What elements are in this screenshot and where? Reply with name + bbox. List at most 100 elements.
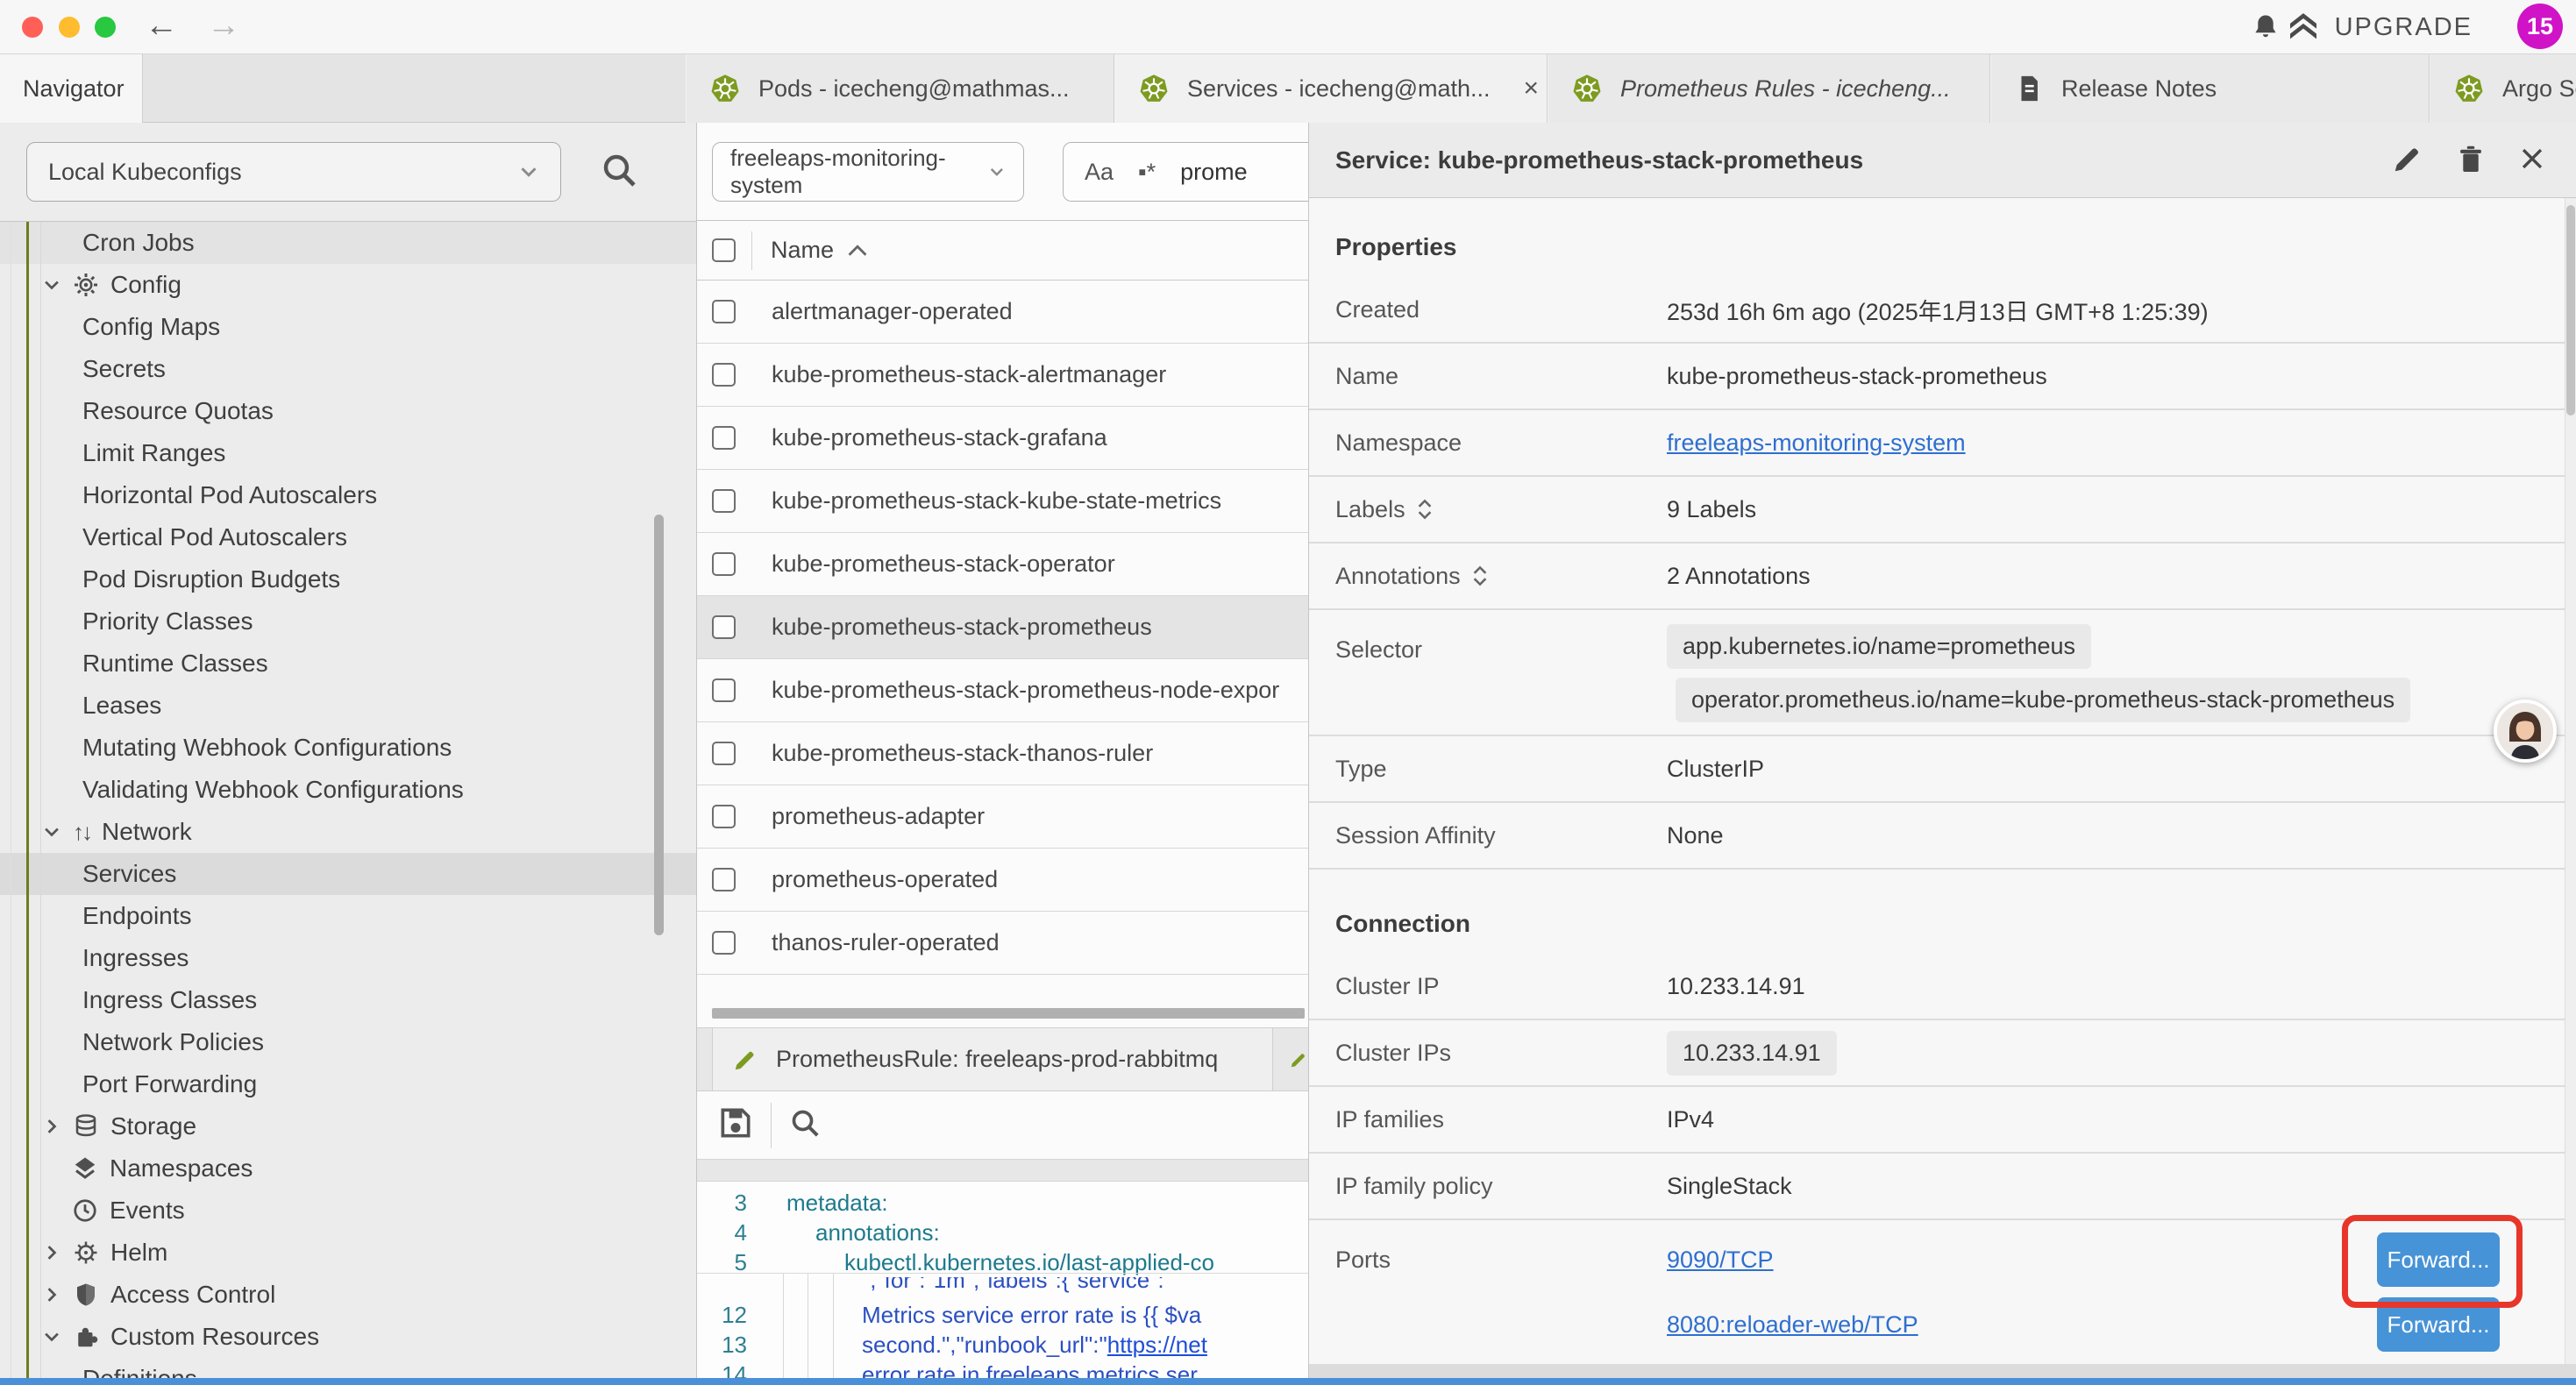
editor-search-icon[interactable] — [787, 1105, 822, 1145]
sidebar-item-custom-resources[interactable]: Custom Resources — [0, 1316, 697, 1358]
table-row[interactable]: kube-prometheus-stack-operator — [697, 533, 1308, 596]
row-checkbox[interactable] — [712, 489, 736, 513]
editor-scroll-track[interactable] — [697, 1159, 1308, 1182]
table-row[interactable]: kube-prometheus-stack-prometheus-node-ex… — [697, 659, 1308, 722]
sidebar-item-services[interactable]: Services — [0, 853, 697, 895]
row-checkbox[interactable] — [712, 868, 736, 891]
tab-services[interactable]: Services - icecheng@math... × — [1114, 54, 1548, 123]
upgrade-button[interactable]: UPGRADE — [2286, 0, 2473, 54]
yaml-editor[interactable]: 3metadata: 4annotations: 5kubectl.kubern… — [697, 1182, 1308, 1378]
maximize-window-light[interactable] — [95, 17, 116, 38]
sidebar-item-secrets[interactable]: Secrets — [0, 348, 697, 390]
sidebar-item-limit-ranges[interactable]: Limit Ranges — [0, 432, 697, 474]
sidebar-item-config-maps[interactable]: Config Maps — [0, 306, 697, 348]
expand-collapse-icon[interactable] — [1473, 565, 1487, 587]
table-row[interactable]: kube-prometheus-stack-alertmanager — [697, 344, 1308, 407]
back-arrow-icon[interactable]: ← — [145, 7, 178, 45]
table-row[interactable]: kube-prometheus-stack-kube-state-metrics — [697, 470, 1308, 533]
close-window-light[interactable] — [22, 17, 43, 38]
tab-prometheusrule-editor[interactable]: PrometheusRule: freeleaps-prod-rabbitmq — [712, 1028, 1273, 1090]
close-tab-icon[interactable]: × — [1524, 74, 1540, 103]
tab-release-notes[interactable]: Release Notes — [1990, 54, 2430, 123]
sidebar-item-endpoints[interactable]: Endpoints — [0, 895, 697, 937]
row-checkbox[interactable] — [712, 805, 736, 828]
sidebar-item-pod-disruption-budgets[interactable]: Pod Disruption Budgets — [0, 558, 697, 600]
table-row[interactable]: kube-prometheus-stack-thanos-ruler — [697, 722, 1308, 785]
table-row[interactable]: kube-prometheus-stack-grafana — [697, 407, 1308, 470]
table-row-selected[interactable]: kube-prometheus-stack-prometheus — [697, 596, 1308, 659]
tab-navigator[interactable]: Navigator — [0, 54, 143, 123]
row-checkbox[interactable] — [712, 615, 736, 639]
sidebar-item-horizontal-pod-autoscalers[interactable]: Horizontal Pod Autoscalers — [0, 474, 697, 516]
sort-ascending-icon — [848, 244, 867, 258]
puzzle-icon — [73, 1324, 99, 1350]
expand-collapse-icon[interactable] — [1418, 498, 1432, 521]
runbook-url-link[interactable]: https://net — [1107, 1332, 1207, 1359]
regex-icon[interactable]: ▪* — [1138, 159, 1156, 186]
detail-horizontal-scroll-track[interactable] — [1309, 1364, 2576, 1378]
sidebar-item-port-forwarding[interactable]: Port Forwarding — [0, 1063, 697, 1105]
search-icon[interactable] — [598, 149, 640, 195]
sidebar-item-namespaces[interactable]: Namespaces — [0, 1147, 697, 1190]
table-row[interactable]: thanos-ruler-operated — [697, 912, 1308, 975]
save-icon[interactable] — [716, 1104, 755, 1147]
kubeconfig-select[interactable]: Local Kubeconfigs — [26, 142, 561, 202]
sidebar-item-access-control[interactable]: Access Control — [0, 1274, 697, 1316]
row-checkbox[interactable] — [712, 426, 736, 450]
match-case-icon[interactable]: Aa — [1085, 159, 1114, 186]
sidebar-item-config[interactable]: Config — [0, 264, 697, 306]
column-header-name[interactable]: Name — [771, 237, 867, 264]
sidebar-item-ingresses[interactable]: Ingresses — [0, 937, 697, 979]
sidebar-item-priority-classes[interactable]: Priority Classes — [0, 600, 697, 643]
up-down-arrows-icon: ↑↓ — [73, 819, 90, 846]
sidebar-item-validating-webhook-configurations[interactable]: Validating Webhook Configurations — [0, 769, 697, 811]
forward-arrow-icon[interactable]: → — [207, 7, 240, 45]
port-link-9090[interactable]: 9090/TCP — [1667, 1246, 1774, 1274]
property-row-session-affinity: Session Affinity None — [1309, 803, 2576, 870]
tab-pods[interactable]: Pods - icecheng@mathmas... — [686, 54, 1114, 123]
row-checkbox[interactable] — [712, 931, 736, 955]
table-row[interactable]: prometheus-operated — [697, 849, 1308, 912]
minimize-window-light[interactable] — [59, 17, 80, 38]
sidebar-item-resource-quotas[interactable]: Resource Quotas — [0, 390, 697, 432]
sidebar-item-helm[interactable]: Helm — [0, 1232, 697, 1274]
detail-scrollbar-track[interactable] — [2565, 198, 2576, 1364]
horizontal-scrollbar-thumb[interactable] — [712, 1008, 1305, 1019]
tab-hidden-editor[interactable] — [1277, 1028, 1308, 1090]
tab-prometheus-rules[interactable]: Prometheus Rules - icecheng... — [1548, 54, 1990, 123]
row-checkbox[interactable] — [712, 300, 736, 323]
sidebar-item-network-policies[interactable]: Network Policies — [0, 1021, 697, 1063]
row-checkbox[interactable] — [712, 678, 736, 702]
row-checkbox[interactable] — [712, 363, 736, 387]
namespace-select[interactable]: freeleaps-monitoring-system — [712, 142, 1024, 202]
kubernetes-icon — [1138, 73, 1170, 104]
sidebar-item-cron-jobs[interactable]: Cron Jobs — [0, 222, 697, 264]
code-line: 3metadata: — [697, 1188, 1308, 1218]
row-checkbox[interactable] — [712, 552, 736, 576]
avatar[interactable] — [2494, 700, 2557, 763]
sidebar-item-network[interactable]: ↑↓ Network — [0, 811, 697, 853]
sidebar-item-ingress-classes[interactable]: Ingress Classes — [0, 979, 697, 1021]
notification-count-badge[interactable]: 15 — [2517, 4, 2563, 49]
close-icon[interactable] — [2517, 144, 2547, 178]
sidebar-item-mutating-webhook-configurations[interactable]: Mutating Webhook Configurations — [0, 727, 697, 769]
tab-argo[interactable]: Argo Se — [2430, 54, 2576, 123]
edit-pencil-icon[interactable] — [2391, 142, 2424, 180]
port-link-8080[interactable]: 8080:reloader-web/TCP — [1667, 1311, 1918, 1339]
table-row[interactable]: prometheus-adapter — [697, 785, 1308, 849]
delete-trash-icon[interactable] — [2454, 142, 2487, 180]
table-row[interactable]: alertmanager-operated — [697, 281, 1308, 344]
sidebar-scrollbar-thumb[interactable] — [654, 515, 664, 935]
select-all-checkbox[interactable] — [712, 238, 736, 262]
sidebar-item-events[interactable]: Events — [0, 1190, 697, 1232]
sidebar-item-storage[interactable]: Storage — [0, 1105, 697, 1147]
detail-scrollbar-thumb[interactable] — [2566, 205, 2575, 416]
sidebar-item-leases[interactable]: Leases — [0, 685, 697, 727]
table-search-input[interactable]: Aa ▪* prome — [1063, 142, 1308, 202]
row-checkbox[interactable] — [712, 742, 736, 765]
sidebar-item-runtime-classes[interactable]: Runtime Classes — [0, 643, 697, 685]
sidebar-item-vertical-pod-autoscalers[interactable]: Vertical Pod Autoscalers — [0, 516, 697, 558]
sidebar-item-definitions[interactable]: Definitions — [0, 1358, 697, 1378]
notifications-bell-icon[interactable] — [2250, 11, 2281, 47]
namespace-link[interactable]: freeleaps-monitoring-system — [1667, 430, 1966, 457]
